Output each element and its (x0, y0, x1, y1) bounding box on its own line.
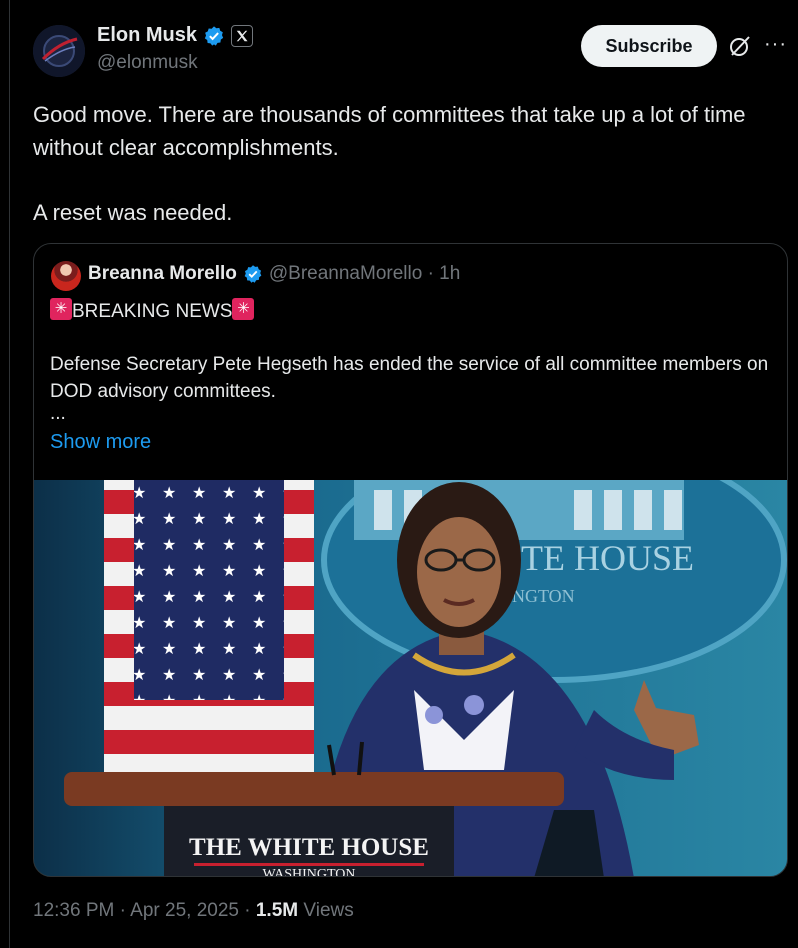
podium-subtext: WASHINGTON (262, 867, 355, 877)
quoted-body: Defense Secretary Pete Hegseth has ended… (50, 354, 769, 402)
avatar-image (33, 25, 85, 77)
views-label: Views (298, 900, 354, 921)
siren-icon (232, 298, 255, 320)
quoted-ellipsis: ... (50, 403, 66, 424)
quoted-handle-time[interactable]: @BreannaMorello · 1h (269, 263, 460, 285)
author-name[interactable]: Elon Musk (97, 24, 197, 47)
author-name-row: Elon Musk (97, 24, 254, 47)
backdrop-subtext: NGTON (512, 586, 575, 606)
views-count: 1.5M (255, 900, 299, 921)
timeline-border (9, 0, 10, 948)
verified-badge-icon (204, 25, 224, 46)
backdrop-text: ITE HOUSE (509, 538, 694, 578)
more-icon[interactable]: ··· (764, 34, 787, 54)
show-more-link[interactable]: Show more (50, 431, 151, 454)
timestamp[interactable]: 12:36 PM · Apr 25, 2025 · (33, 900, 256, 921)
quoted-author-name[interactable]: Breanna Morello (88, 263, 237, 285)
quoted-headline: BREAKING NEWS (72, 301, 233, 322)
post-paragraph: Good move. There are thousands of commit… (33, 102, 746, 160)
quoted-avatar[interactable] (51, 261, 81, 291)
post-paragraph: A reset was needed. (33, 200, 233, 225)
x-logo-icon (231, 24, 254, 47)
quoted-headline-row: BREAKING NEWS (50, 298, 255, 323)
quoted-author-row: Breanna Morello @BreannaMorello · 1h (88, 263, 460, 285)
post-text: Good move. There are thousands of commit… (33, 98, 773, 261)
verified-badge-icon (244, 265, 262, 283)
quoted-post-card[interactable]: Breanna Morello @BreannaMorello · 1h BRE… (33, 243, 788, 877)
quoted-media-image[interactable]: ★ ITE HOUSE NGTON (34, 480, 787, 877)
subscribe-button[interactable]: Subscribe (581, 25, 717, 67)
post-meta: 12:36 PM · Apr 25, 2025 · 1.5M Views (33, 900, 354, 922)
siren-icon (50, 298, 72, 320)
grok-icon[interactable] (728, 34, 752, 58)
author-handle[interactable]: @elonmusk (97, 52, 198, 74)
podium-text: THE WHITE HOUSE (189, 834, 429, 861)
avatar[interactable] (33, 25, 85, 77)
